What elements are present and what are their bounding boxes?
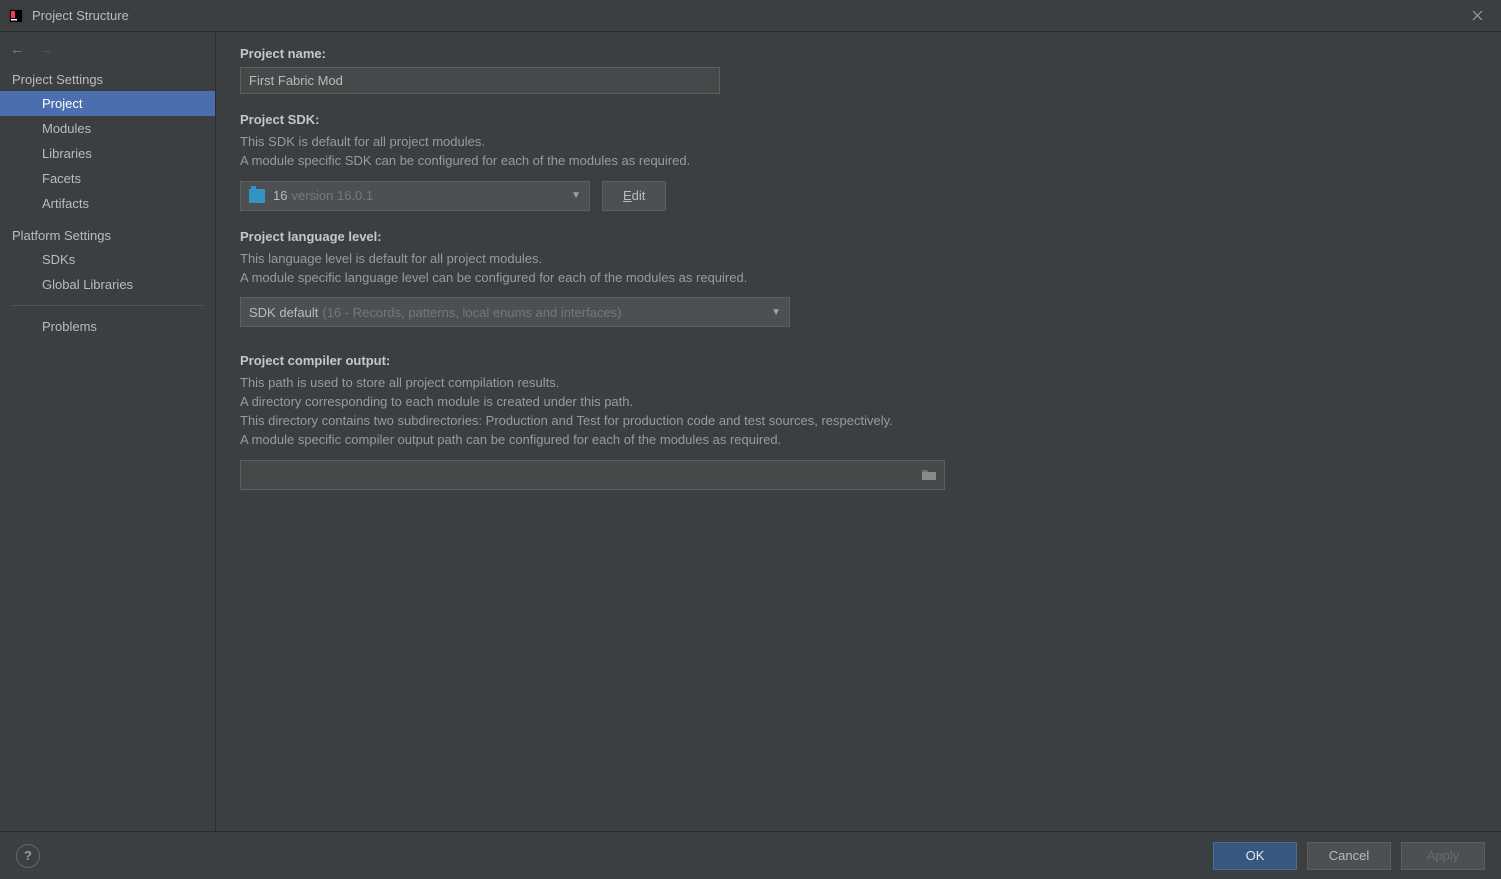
- sidebar-item-facets[interactable]: Facets: [0, 166, 215, 191]
- language-level-label: Project language level:: [240, 229, 1477, 244]
- edit-sdk-button[interactable]: Edit: [602, 181, 666, 211]
- sidebar-item-modules[interactable]: Modules: [0, 116, 215, 141]
- forward-arrow-icon: →: [39, 41, 54, 58]
- lang-desc-2: A module specific language level can be …: [240, 269, 1477, 288]
- close-button[interactable]: [1461, 2, 1493, 30]
- output-desc-3: This directory contains two subdirectori…: [240, 412, 1477, 431]
- sdk-dropdown[interactable]: 16 version 16.0.1 ▼: [240, 181, 590, 211]
- apply-button[interactable]: Apply: [1401, 842, 1485, 870]
- section-platform-settings: Platform Settings: [0, 222, 215, 247]
- sidebar: ← → Project Settings Project Modules Lib…: [0, 32, 216, 831]
- sidebar-item-artifacts[interactable]: Artifacts: [0, 191, 215, 216]
- section-project-settings: Project Settings: [0, 66, 215, 91]
- compiler-output-input[interactable]: [241, 467, 914, 482]
- sidebar-item-label: Global Libraries: [42, 277, 133, 292]
- compiler-output-row: [240, 460, 945, 490]
- sidebar-item-problems[interactable]: Problems: [0, 314, 215, 339]
- content-panel: Project name: Project SDK: This SDK is d…: [216, 32, 1501, 831]
- compiler-output-label: Project compiler output:: [240, 353, 1477, 368]
- window-title: Project Structure: [32, 8, 1461, 23]
- sidebar-item-label: Problems: [42, 319, 97, 334]
- lang-desc-1: This language level is default for all p…: [240, 250, 1477, 269]
- app-icon: [8, 8, 24, 24]
- ok-button[interactable]: OK: [1213, 842, 1297, 870]
- browse-folder-button[interactable]: [914, 461, 944, 489]
- titlebar: Project Structure: [0, 0, 1501, 32]
- sidebar-item-label: Artifacts: [42, 196, 89, 211]
- body: ← → Project Settings Project Modules Lib…: [0, 32, 1501, 831]
- lang-selected: SDK default: [249, 305, 318, 320]
- sidebar-item-label: Project: [42, 96, 82, 111]
- sidebar-item-global-libraries[interactable]: Global Libraries: [0, 272, 215, 297]
- chevron-down-icon: ▼: [571, 190, 581, 201]
- nav-arrows: ← →: [0, 32, 215, 66]
- sdk-desc-2: A module specific SDK can be configured …: [240, 152, 1477, 171]
- project-name-label: Project name:: [240, 46, 1477, 61]
- project-sdk-label: Project SDK:: [240, 112, 1477, 127]
- sidebar-item-libraries[interactable]: Libraries: [0, 141, 215, 166]
- project-name-input[interactable]: [240, 67, 720, 94]
- sidebar-item-label: Libraries: [42, 146, 92, 161]
- language-level-dropdown[interactable]: SDK default (16 - Records, patterns, loc…: [240, 297, 790, 327]
- folder-icon: [249, 189, 265, 203]
- sidebar-item-label: Modules: [42, 121, 91, 136]
- cancel-button[interactable]: Cancel: [1307, 842, 1391, 870]
- back-arrow-icon[interactable]: ←: [10, 41, 25, 58]
- output-desc-4: A module specific compiler output path c…: [240, 431, 1477, 450]
- sdk-version: version 16.0.1: [291, 188, 373, 203]
- output-desc-2: A directory corresponding to each module…: [240, 393, 1477, 412]
- output-desc-1: This path is used to store all project c…: [240, 374, 1477, 393]
- sidebar-divider: [12, 305, 203, 306]
- chevron-down-icon: ▼: [771, 307, 781, 318]
- sidebar-item-label: Facets: [42, 171, 81, 186]
- sdk-selected: 16: [273, 188, 287, 203]
- sdk-desc-1: This SDK is default for all project modu…: [240, 133, 1477, 152]
- sidebar-item-sdks[interactable]: SDKs: [0, 247, 215, 272]
- footer: ? OK Cancel Apply: [0, 831, 1501, 879]
- sidebar-item-label: SDKs: [42, 252, 75, 267]
- help-button[interactable]: ?: [16, 844, 40, 868]
- lang-detail: (16 - Records, patterns, local enums and…: [322, 305, 621, 320]
- sidebar-item-project[interactable]: Project: [0, 91, 215, 116]
